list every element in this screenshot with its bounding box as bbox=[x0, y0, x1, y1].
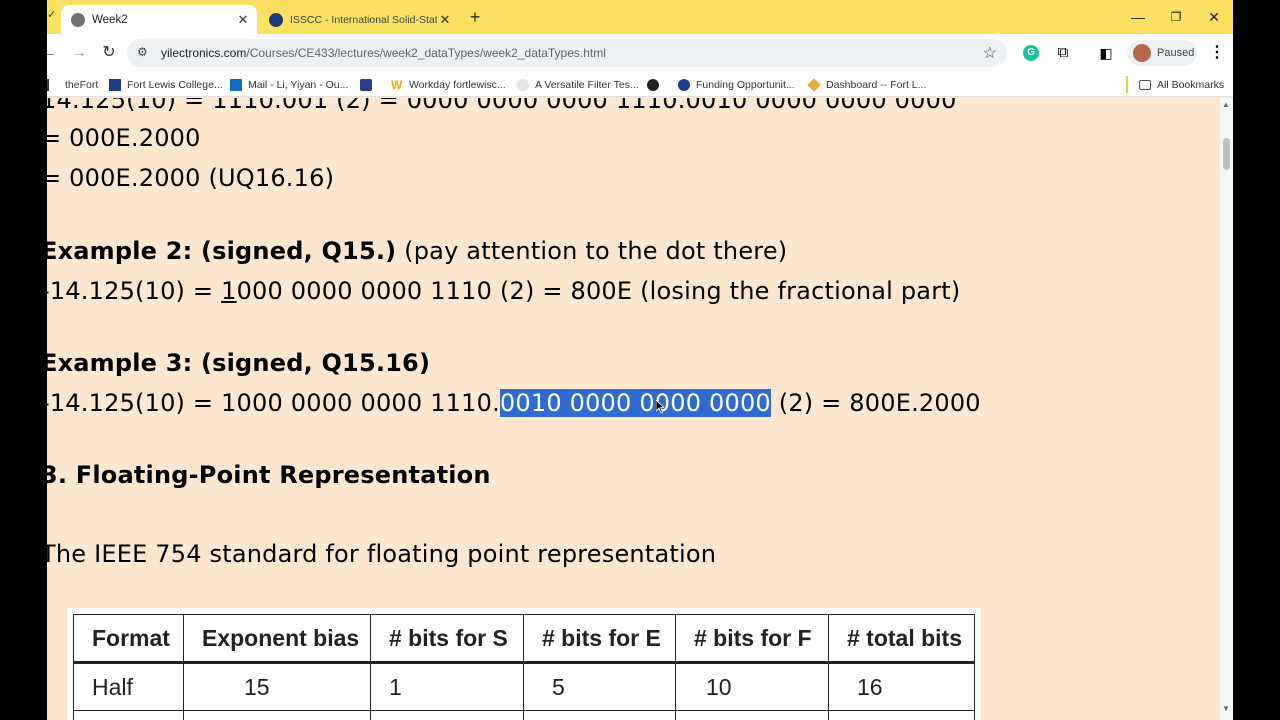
cell-exponent-bias: 15 bbox=[183, 662, 371, 711]
tab-search-icon[interactable]: ✓ bbox=[47, 8, 57, 26]
header-format: Format bbox=[73, 614, 184, 664]
tab-title: Week2 bbox=[92, 13, 128, 26]
restore-button[interactable]: ❐ bbox=[1166, 8, 1186, 26]
bookmark-mail[interactable]: Mail - Li, Yiyan - Ou... bbox=[230, 77, 348, 93]
tab-week2[interactable]: Week2 ✕ bbox=[61, 5, 257, 34]
reload-icon[interactable]: ↻ bbox=[99, 43, 119, 63]
folder-icon bbox=[1139, 80, 1151, 90]
ieee754-table: Format Exponent bias # bits for S # bits… bbox=[73, 614, 975, 720]
section-3-heading: 3. Floating-Point Representation bbox=[47, 461, 491, 489]
nsf-icon bbox=[678, 79, 690, 91]
header-bits-f: # bits for F bbox=[675, 614, 829, 664]
browser-toolbar: ← → ↻ ⚙ yilectronics.com/Courses/CE433/l… bbox=[47, 34, 1233, 72]
scroll-thumb[interactable] bbox=[1223, 138, 1230, 170]
example-2-conversion: -14.125(10) = 1000 0000 0000 1110 (2) = … bbox=[47, 277, 961, 305]
example-3-heading: Example 3: (signed, Q15.16) bbox=[47, 349, 431, 377]
tab-isscc[interactable]: ISSCC - International Solid-State ✕ bbox=[259, 5, 459, 34]
close-tab-icon[interactable]: ✕ bbox=[437, 12, 453, 28]
bookmark-icon bbox=[47, 79, 59, 91]
bookmark-thefort[interactable]: theFort bbox=[47, 77, 98, 93]
selected-fraction-text[interactable]: 0010 0000 0000 0000 bbox=[499, 389, 771, 417]
isscc-icon bbox=[269, 12, 283, 27]
profile-status: Paused bbox=[1157, 47, 1195, 59]
bookmark-workday[interactable]: W Workday fortlewisc... bbox=[391, 77, 506, 93]
table-row: Half 15 1 5 10 16 bbox=[73, 662, 975, 711]
outlook-icon bbox=[230, 79, 242, 91]
minimize-button[interactable]: — bbox=[1128, 8, 1148, 26]
cell-bits-s: 1 bbox=[370, 662, 524, 711]
ieee-intro-text: The IEEE 754 standard for floating point… bbox=[47, 540, 717, 568]
page-content: 14.125(10) = 1110.001 (2) = 0000 0000 00… bbox=[47, 98, 1220, 720]
bookmark-fort-lewis[interactable]: Fort Lewis College... bbox=[109, 77, 223, 93]
header-bits-e: # bits for E bbox=[523, 614, 676, 664]
globe-icon bbox=[71, 12, 85, 27]
page-icon bbox=[517, 79, 529, 91]
browser-window: ✓ Week2 ✕ ISSCC - International Solid-St… bbox=[47, 0, 1233, 720]
cell-bits-e: 5 bbox=[523, 662, 676, 711]
avatar bbox=[1133, 44, 1151, 62]
close-window-button[interactable]: ✕ bbox=[1204, 8, 1224, 26]
cell-total-bits: 16 bbox=[828, 662, 975, 711]
bookmark-github[interactable] bbox=[647, 77, 665, 93]
ieee754-table-image: Format Exponent bias # bits for S # bits… bbox=[67, 608, 981, 720]
binary-line-cut: 14.125(10) = 1110.001 (2) = 0000 0000 00… bbox=[47, 98, 957, 114]
result-line-1: = 000E.2000 bbox=[47, 124, 201, 152]
vertical-scrollbar[interactable]: ▲ ▼ bbox=[1220, 98, 1233, 720]
example-2-heading: Example 2: (signed, Q15.) bbox=[47, 237, 397, 265]
menu-dots-icon[interactable]: ⋮ bbox=[1207, 43, 1227, 63]
new-tab-button[interactable]: + bbox=[465, 7, 485, 27]
github-icon bbox=[647, 79, 659, 91]
example-3-conversion: -14.125(10) = 1000 0000 0000 1110.0010 0… bbox=[47, 389, 981, 417]
header-total-bits: # total bits bbox=[828, 614, 975, 664]
app-icon bbox=[360, 79, 372, 91]
bookmark-star-icon[interactable]: ☆ bbox=[983, 43, 997, 63]
example-2-note: (pay attention to the dot there) bbox=[396, 237, 788, 265]
bookmarks-divider bbox=[1126, 76, 1128, 93]
url-text[interactable]: yilectronics.com/Courses/CE433/lectures/… bbox=[161, 46, 606, 60]
bookmark-funding[interactable]: Funding Opportunit... bbox=[678, 77, 795, 93]
scroll-up-icon[interactable]: ▲ bbox=[1222, 100, 1230, 109]
cell-format: Half bbox=[73, 662, 184, 711]
site-info-icon[interactable]: ⚙ bbox=[137, 45, 153, 61]
scroll-down-icon[interactable]: ▼ bbox=[1222, 704, 1230, 713]
header-bits-s: # bits for S bbox=[370, 614, 524, 664]
example-2-line: Example 2: (signed, Q15.) (pay attention… bbox=[47, 237, 787, 265]
table-header-row: Format Exponent bias # bits for S # bits… bbox=[73, 614, 975, 664]
dashboard-icon bbox=[807, 78, 821, 92]
sign-bit: 1 bbox=[221, 277, 237, 305]
table-row bbox=[73, 710, 975, 720]
mouse-cursor-icon bbox=[656, 400, 664, 414]
workday-icon: W bbox=[391, 78, 403, 92]
tab-strip: ✓ Week2 ✕ ISSCC - International Solid-St… bbox=[47, 0, 1233, 34]
header-exponent-bias: Exponent bias bbox=[183, 614, 371, 664]
all-bookmarks-button[interactable]: All Bookmarks bbox=[1139, 77, 1224, 93]
flag-icon bbox=[109, 79, 121, 91]
cell-bits-f: 10 bbox=[675, 662, 829, 711]
forward-icon[interactable]: → bbox=[69, 43, 89, 63]
grammarly-extension-icon[interactable]: G bbox=[1023, 45, 1039, 61]
bookmark-dashboard[interactable]: Dashboard -- Fort L... bbox=[807, 77, 926, 93]
bookmark-filter[interactable]: A Versatile Filter Tes... bbox=[517, 77, 639, 93]
back-icon[interactable]: ← bbox=[47, 43, 59, 63]
close-tab-icon[interactable]: ✕ bbox=[235, 12, 251, 28]
tab-title: ISSCC - International Solid-State bbox=[290, 13, 437, 26]
bookmarks-bar: theFort Fort Lewis College... Mail - Li,… bbox=[47, 72, 1233, 97]
profile-button[interactable]: Paused bbox=[1127, 40, 1197, 66]
result-line-2: = 000E.2000 (UQ16.16) bbox=[47, 164, 335, 192]
extensions-puzzle-icon[interactable]: ⧉ bbox=[1053, 43, 1073, 63]
address-bar[interactable]: ⚙ yilectronics.com/Courses/CE433/lecture… bbox=[127, 39, 1007, 67]
side-panel-icon[interactable]: ◧ bbox=[1096, 43, 1116, 63]
bookmark-icon-only[interactable] bbox=[360, 77, 378, 93]
